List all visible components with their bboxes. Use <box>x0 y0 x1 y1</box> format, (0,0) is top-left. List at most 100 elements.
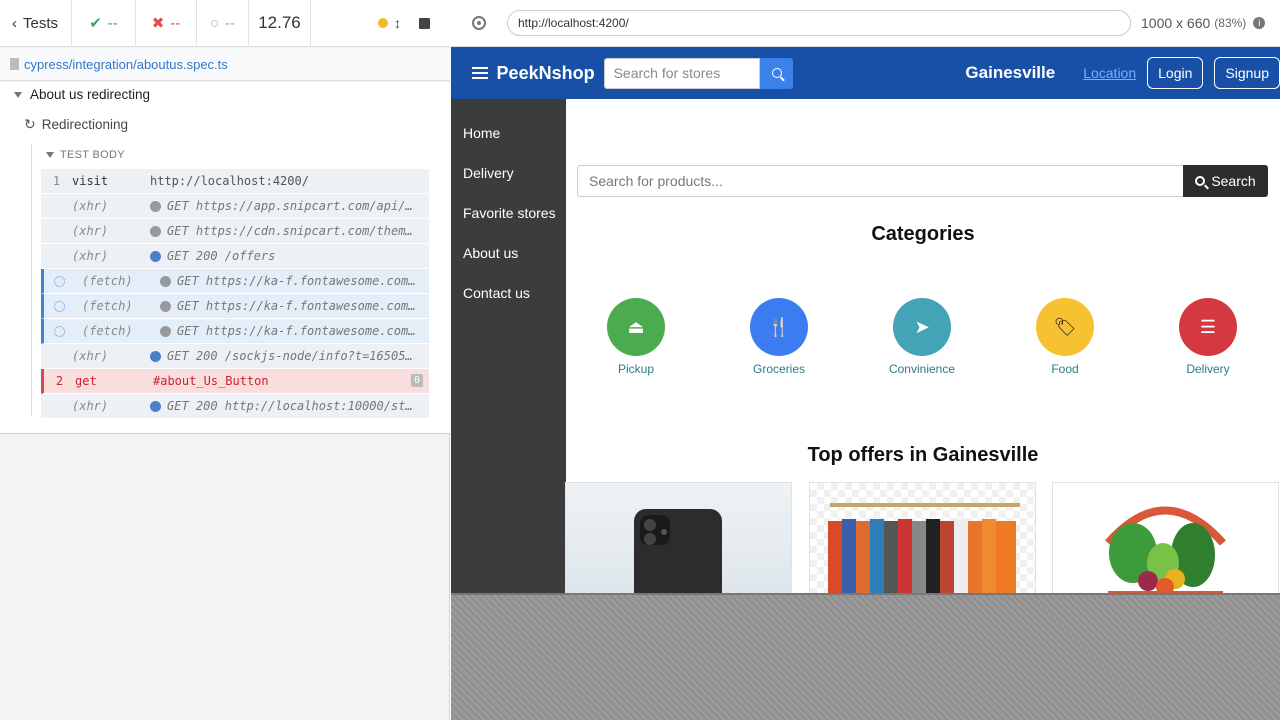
command-name: get <box>75 374 97 388</box>
viewport-size: 1000 x 660 <box>1141 15 1211 31</box>
location-link[interactable]: Location <box>1083 65 1136 81</box>
offer-card-phone[interactable] <box>565 482 792 593</box>
status-dot-icon <box>150 250 161 262</box>
command-row[interactable]: (xhr) GET 200 http://localhost:10000/st… <box>41 394 429 419</box>
suite-title[interactable]: About us redirecting <box>14 87 150 102</box>
test-body-header[interactable]: TEST BODY <box>46 149 125 161</box>
failed-value: -- <box>170 14 181 32</box>
refresh-icon: ↻ <box>24 116 36 132</box>
command-name: (xhr) <box>72 399 109 413</box>
command-message-text: GET 200 /sockjs-node/info?t=16505… <box>167 349 413 363</box>
product-search-input[interactable]: Search for products... <box>577 165 1184 197</box>
command-name: (xhr) <box>72 224 109 238</box>
category-label: Food <box>1051 362 1079 376</box>
command-name: visit <box>72 174 109 188</box>
sidebar-item-favorite-stores[interactable]: Favorite stores <box>451 193 566 233</box>
status-dot-icon <box>150 200 161 212</box>
command-name: (xhr) <box>72 349 109 363</box>
command-message: GET https://app.snipcart.com/api/… <box>150 199 429 213</box>
cypress-runner-panel: ‹ Tests ✔ -- ✖ -- ○ -- 12.76 ↕ cypress/i… <box>0 0 450 720</box>
status-dot-icon <box>160 275 171 287</box>
command-row[interactable]: (xhr) GET 200 /offers <box>41 244 429 269</box>
command-message: GET 200 /offers <box>150 249 429 263</box>
pickup-icon: ⏏ <box>607 298 665 356</box>
sliders-icon: ☰ <box>1179 298 1237 356</box>
command-row[interactable]: (xhr) GET https://app.snipcart.com/api/… <box>41 194 429 219</box>
search-button-label: Search <box>1211 173 1256 189</box>
signup-button[interactable]: Signup <box>1214 57 1280 89</box>
command-message: GET 200 http://localhost:10000/st… <box>150 399 429 413</box>
viewport-info: 1000 x 660 (83%) i <box>1141 15 1266 31</box>
status-dot-icon <box>150 350 161 362</box>
offer-card-groceries[interactable] <box>1052 482 1279 593</box>
status-dot-icon <box>150 225 161 237</box>
command-row[interactable]: (xhr) GET 200 /sockjs-node/info?t=16505… <box>41 344 429 369</box>
auto-scroll-icon[interactable]: ↕ <box>394 15 401 31</box>
pending-value: -- <box>225 14 236 32</box>
category-delivery[interactable]: ☰ Delivery <box>1158 298 1258 376</box>
spinner-icon <box>54 300 65 312</box>
command-number: 1 <box>52 174 61 188</box>
command-row[interactable]: (fetch) GET https://ka-f.fontawesome.com/… <box>41 319 429 344</box>
categories-title: Categories <box>871 223 975 245</box>
offer-card-clothes[interactable] <box>809 482 1036 593</box>
command-message-text: GET 200 /offers <box>167 249 276 263</box>
url-bar[interactable]: http://localhost:4200/ <box>507 10 1131 36</box>
product-search-button[interactable]: Search <box>1183 165 1268 197</box>
failed-count: ✖ -- <box>136 0 197 47</box>
selector-playground-icon[interactable] <box>472 16 486 30</box>
tests-label: Tests <box>23 14 59 32</box>
sidebar-item-contact-us[interactable]: Contact us <box>451 273 566 313</box>
command-row[interactable]: (fetch) GET https://ka-f.fontawesome.com/… <box>41 294 429 319</box>
runner-controls: ↕ <box>311 0 450 47</box>
passed-count: ✔ -- <box>72 0 136 47</box>
store-search-input[interactable]: Search for stores <box>603 57 761 89</box>
store-search-button[interactable] <box>760 57 794 89</box>
command-row[interactable]: (xhr) GET https://cdn.snipcart.com/them… <box>41 219 429 244</box>
category-pickup[interactable]: ⏏ Pickup <box>586 298 686 376</box>
site-sidebar: Home Delivery Favorite stores About us C… <box>451 99 566 593</box>
grocery-basket-image <box>1104 506 1226 593</box>
duration: 12.76 <box>249 0 311 47</box>
command-message: GET 200 /sockjs-node/info?t=16505… <box>150 349 429 363</box>
viewport-zoom: (83%) <box>1214 16 1247 30</box>
spec-file-bar: cypress/integration/aboutus.spec.ts <box>0 48 450 81</box>
category-convinience[interactable]: ➤ Convinience <box>872 298 972 376</box>
command-number: 2 <box>55 374 64 388</box>
test-title[interactable]: ↻ Redirectioning <box>24 116 128 133</box>
status-dot-icon <box>150 400 161 412</box>
viewport-empty-area <box>451 593 1280 720</box>
reporter: About us redirecting ↻ Redirectioning TE… <box>0 82 450 434</box>
test-body-label: TEST BODY <box>60 149 125 161</box>
login-button[interactable]: Login <box>1147 57 1204 89</box>
tags-icon: 🏷 <box>1036 298 1094 356</box>
command-message: http://localhost:4200/ <box>150 174 429 188</box>
category-food[interactable]: 🏷 Food <box>1015 298 1115 376</box>
status-dot-icon <box>160 300 171 312</box>
command-row[interactable]: 2 get #about_Us_Button 0 <box>41 369 429 394</box>
sidebar-item-about-us[interactable]: About us <box>451 233 566 273</box>
sidebar-item-delivery[interactable]: Delivery <box>451 153 566 193</box>
caret-down-icon <box>46 152 54 158</box>
runner-toolbar: ‹ Tests ✔ -- ✖ -- ○ -- 12.76 ↕ <box>0 0 450 47</box>
hamburger-menu-icon[interactable] <box>472 67 488 79</box>
search-icon <box>771 68 782 78</box>
aut-header: http://localhost:4200/ 1000 x 660 (83%) … <box>451 0 1280 47</box>
category-groceries[interactable]: 🍴 Groceries <box>729 298 829 376</box>
command-row[interactable]: 1 visit http://localhost:4200/ <box>41 169 429 194</box>
sidebar-item-home[interactable]: Home <box>451 113 566 153</box>
command-log: 1 visit http://localhost:4200/ (xhr) GET htt… <box>41 169 429 419</box>
info-icon[interactable]: i <box>1253 17 1266 29</box>
command-message: GET https://ka-f.fontawesome.com/… <box>160 324 429 338</box>
chevron-left-icon: ‹ <box>12 14 17 32</box>
command-message-text: http://localhost:4200/ <box>150 174 309 188</box>
command-name: (xhr) <box>72 199 109 213</box>
spec-path[interactable]: cypress/integration/aboutus.spec.ts <box>24 57 228 72</box>
stop-icon[interactable] <box>419 17 430 29</box>
tests-button[interactable]: ‹ Tests <box>0 0 72 47</box>
command-row[interactable]: (fetch) GET https://ka-f.fontawesome.com/… <box>41 269 429 294</box>
command-message: GET https://cdn.snipcart.com/them… <box>150 224 429 238</box>
element-count-badge: 0 <box>410 374 423 387</box>
app-under-test: PeekNshop Search for stores Gainesville … <box>451 47 1280 593</box>
brand-logo[interactable]: PeekNshop <box>497 63 595 84</box>
